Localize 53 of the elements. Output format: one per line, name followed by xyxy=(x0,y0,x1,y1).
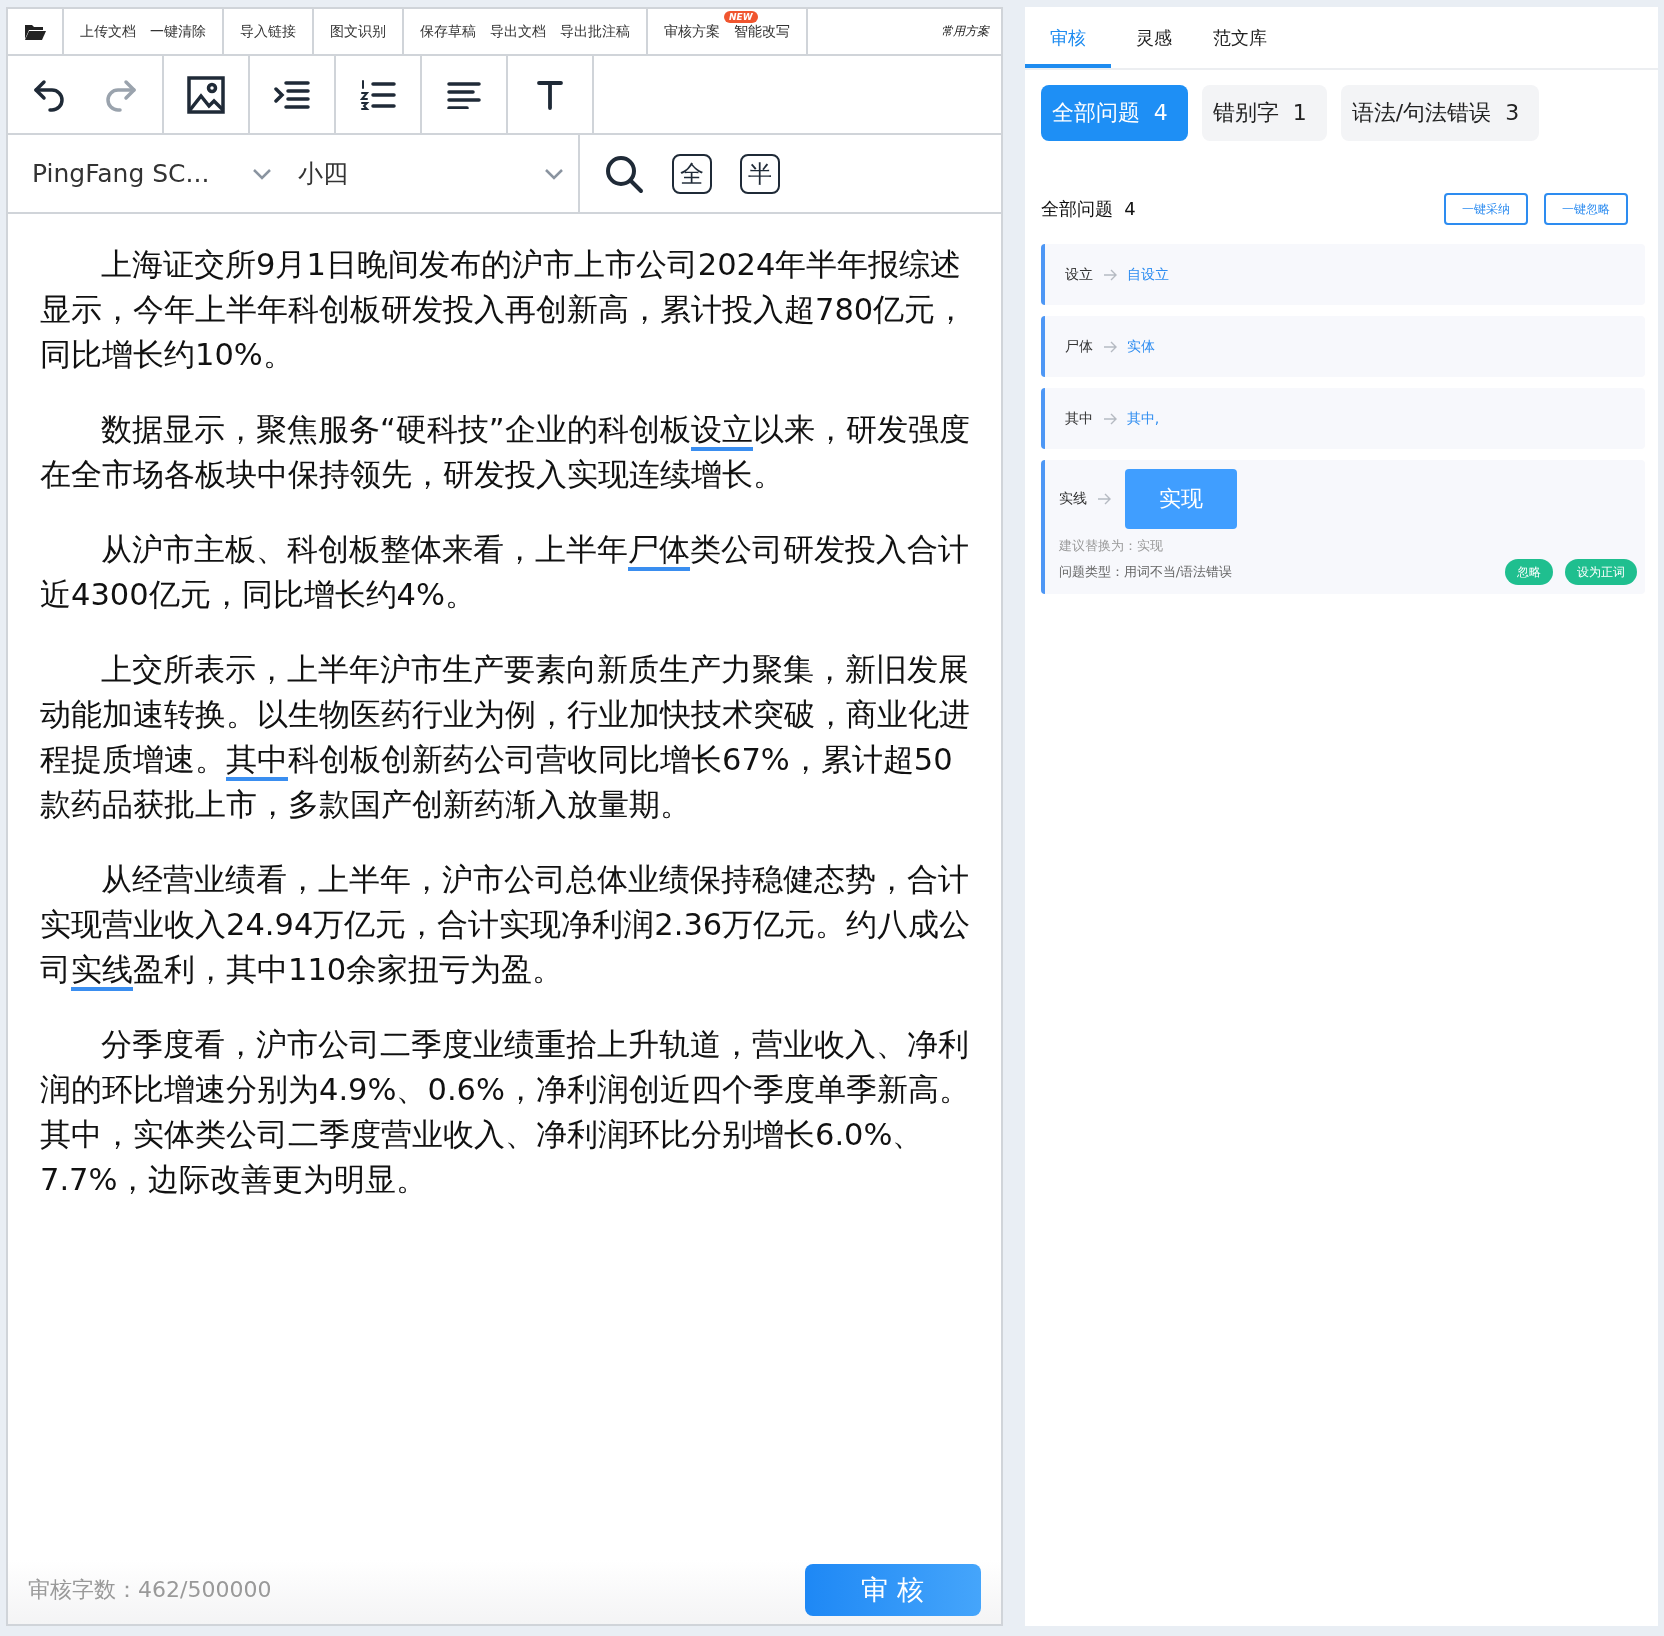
menu-item[interactable]: 审核方案 xyxy=(664,22,720,39)
original-word: 其中 xyxy=(1064,409,1093,428)
numbered-list-icon[interactable] xyxy=(360,78,396,111)
new-badge: NEW xyxy=(724,10,758,23)
bulk-action-button[interactable]: 一键忽略 xyxy=(1544,193,1628,225)
section-title: 全部问题 4 xyxy=(1040,197,1136,221)
arrow-right-icon xyxy=(1096,493,1111,505)
tab[interactable]: 审核 xyxy=(1024,7,1111,68)
arrow-right-icon xyxy=(1102,340,1117,353)
image-icon[interactable] xyxy=(187,75,225,114)
original-word: 实线 xyxy=(1058,490,1087,508)
original-word: 尸体 xyxy=(1064,337,1093,356)
paragraph: 上海证交所9月1日晚间发布的沪市上市公司2024年半年报综述显示，今年上半年科创板研发投入再创新高，累计投入超780亿元，同比增长约10%。 xyxy=(40,246,968,374)
arrow-right-icon xyxy=(1102,412,1117,425)
bulk-action-button[interactable]: 一键采纳 xyxy=(1444,193,1528,225)
original-word: 设立 xyxy=(1064,265,1093,284)
search-icon[interactable] xyxy=(604,153,644,194)
paragraph: 上交所表示，上半年沪市生产要素向新质生产力聚集，新旧发展动能加速转换。以生物医药行业为例，行业加快技术突破，商业化进程提质增速。其中科创板创新药公司营收同比增长67%，累计超50款药品获批上市，多款国产创新药渐入放量期。 xyxy=(40,651,971,824)
issue-card[interactable]: 其中 其中, xyxy=(1040,388,1645,449)
undo-icon[interactable] xyxy=(33,77,67,112)
align-left-icon[interactable] xyxy=(447,80,481,109)
issue-type: 问题类型：用词不当/语法错误 xyxy=(1058,563,1233,581)
filter-chip[interactable]: 错别字 1 xyxy=(1201,85,1327,141)
full-width-toggle[interactable]: 全 xyxy=(672,153,712,194)
font-family-dropdown[interactable]: PingFang SC... xyxy=(8,135,272,212)
issue-card[interactable]: 尸体 实体 xyxy=(1040,316,1645,377)
menu-item[interactable]: 上传文档 xyxy=(80,22,136,39)
tab[interactable]: 范文库 xyxy=(1196,7,1283,68)
chevron-down-icon xyxy=(252,167,272,180)
menu-item[interactable]: 导入链接 xyxy=(240,22,296,39)
text-format-icon[interactable] xyxy=(537,79,563,110)
menu-item[interactable]: 常用方案 xyxy=(940,23,1001,40)
paragraph: 数据显示，聚焦服务“硬科技”企业的科创板设立以来，研发强度在全市场各板块中保持领先，研发投入实现连续增长。 xyxy=(40,411,971,494)
half-width-toggle[interactable]: 半 xyxy=(740,153,780,194)
menu-item[interactable]: 导出文档 xyxy=(490,22,546,39)
paragraph: 从经营业绩看，上半年，沪市公司总体业绩保持稳健态势，合计实现营业收入24.94万亿元，合计实现净利润2.36万亿元。约八成公司实线盈利，其中110余家扭亏为盈。 xyxy=(40,857,971,992)
filter-chip[interactable]: 语法/句法错误 3 xyxy=(1340,85,1540,141)
menu-item[interactable]: 保存草稿 xyxy=(420,22,476,39)
folder-icon[interactable] xyxy=(24,22,46,41)
paragraph: 从沪市主板、科创板整体来看，上半年尸体类公司研发投入合计近4300亿元，同比增长约4%。 xyxy=(40,531,970,614)
chevron-down-icon xyxy=(544,167,564,180)
menu-item[interactable]: 一键清除 xyxy=(150,22,206,39)
menu-item[interactable]: 图文识别 xyxy=(330,22,386,39)
tab[interactable]: 灵感 xyxy=(1110,7,1197,68)
indent-icon[interactable] xyxy=(274,79,310,110)
issue-card[interactable]: 设立 自设立 xyxy=(1040,244,1645,305)
menu-item[interactable]: 导出批注稿 xyxy=(560,22,630,39)
paragraph: 分季度看，沪市公司二季度业绩重拾上升轨道，营业收入、净利润的环比增速分别为4.9%、0.6%，净利润创近四个季度单季新高。其中，实体类公司二季度营业收入、净利润环比分别增长6.0%、7.7%，边际改善更为明显。 xyxy=(40,1026,971,1199)
arrow-right-icon xyxy=(1102,268,1117,281)
font-size-dropdown[interactable]: 小四 xyxy=(272,135,580,212)
replacement-advice: 建议替换为：实现 xyxy=(1058,537,1164,555)
menu-item[interactable]: 智能改写 xyxy=(734,22,790,39)
word-count: 审核字数：462/500000 xyxy=(28,1576,272,1604)
